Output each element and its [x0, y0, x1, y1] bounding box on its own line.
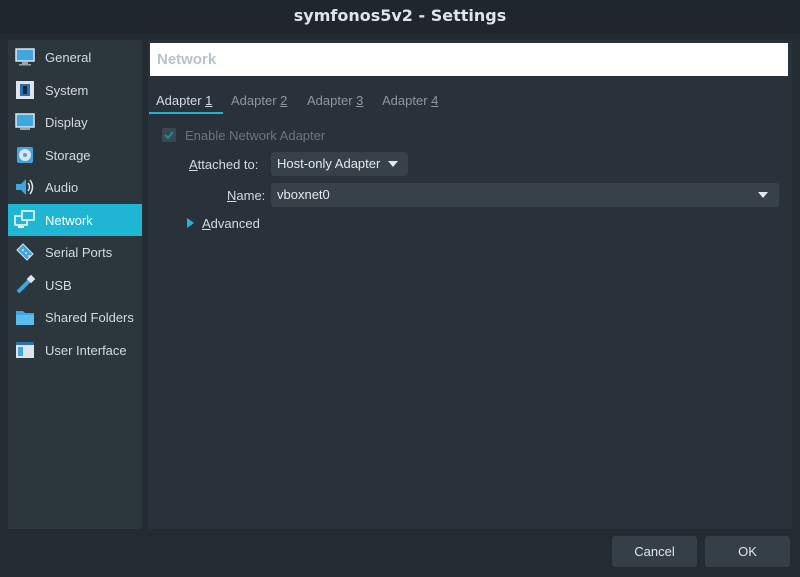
name-label: Name:: [227, 188, 266, 203]
page-title: Network: [150, 43, 788, 76]
network-icon: [14, 209, 36, 231]
sidebar-item-label: USB: [45, 277, 72, 293]
attached-to-value: Host-only Adapter: [277, 156, 381, 171]
sidebar-item-label: Audio: [45, 179, 79, 195]
sidebar-item-label: General: [45, 49, 92, 65]
sidebar-item-shared-folders[interactable]: Shared Folders: [8, 301, 142, 333]
sidebar-item-label: System: [45, 82, 89, 98]
window-title: symfonos5v2 - Settings: [0, 0, 800, 34]
sidebar-item-label: Storage: [45, 147, 91, 163]
display-icon: [14, 111, 36, 133]
attached-to-dropdown[interactable]: Host-only Adapter: [271, 152, 408, 176]
sidebar-item-network[interactable]: Network: [8, 204, 142, 236]
sidebar-item-label: Shared Folders: [45, 309, 134, 325]
settings-sidebar: General System Display Storage Audio Net…: [8, 40, 142, 529]
sidebar-item-audio[interactable]: Audio: [8, 171, 142, 203]
sidebar-item-user-interface[interactable]: User Interface: [8, 334, 142, 366]
chevron-down-icon: [758, 192, 768, 198]
adapter-name-value: vboxnet0: [277, 187, 330, 202]
serial-port-icon: [14, 241, 36, 263]
enable-network-adapter-checkbox[interactable]: [162, 128, 176, 142]
attached-to-label: Attached to:: [189, 157, 259, 172]
sidebar-item-label: Serial Ports: [45, 244, 113, 260]
sidebar-item-display[interactable]: Display: [8, 106, 142, 138]
chip-system-icon: [14, 79, 36, 101]
audio-speaker-icon: [14, 176, 36, 198]
tab-adapter-4[interactable]: Adapter 4: [382, 93, 438, 115]
checkmark-icon: [164, 131, 174, 140]
usb-icon: [14, 274, 36, 296]
sidebar-item-label: Network: [45, 212, 93, 228]
tab-adapter-2[interactable]: Adapter 2: [231, 93, 287, 115]
advanced-toggle[interactable]: Advanced: [202, 216, 260, 231]
folder-icon: [14, 306, 36, 328]
adapter-name-dropdown[interactable]: vboxnet0: [271, 183, 779, 207]
ok-button[interactable]: OK: [705, 536, 790, 567]
sidebar-item-general[interactable]: General: [8, 41, 142, 73]
chevron-down-icon: [388, 161, 398, 167]
sidebar-item-usb[interactable]: USB: [8, 269, 142, 301]
active-tab-indicator: [149, 112, 223, 114]
sidebar-item-serial-ports[interactable]: Serial Ports: [8, 236, 142, 268]
monitor-general-icon: [14, 46, 36, 68]
sidebar-item-label: Display: [45, 114, 88, 130]
cancel-button[interactable]: Cancel: [612, 536, 697, 567]
window-ui-icon: [14, 339, 36, 361]
sidebar-item-system[interactable]: System: [8, 74, 142, 106]
expand-arrow-icon[interactable]: [187, 218, 194, 228]
sidebar-item-label: User Interface: [45, 342, 127, 358]
sidebar-item-storage[interactable]: Storage: [8, 139, 142, 171]
storage-disc-icon: [14, 144, 36, 166]
enable-network-adapter-label: Enable Network Adapter: [185, 128, 326, 143]
tab-adapter-3[interactable]: Adapter 3: [307, 93, 363, 115]
